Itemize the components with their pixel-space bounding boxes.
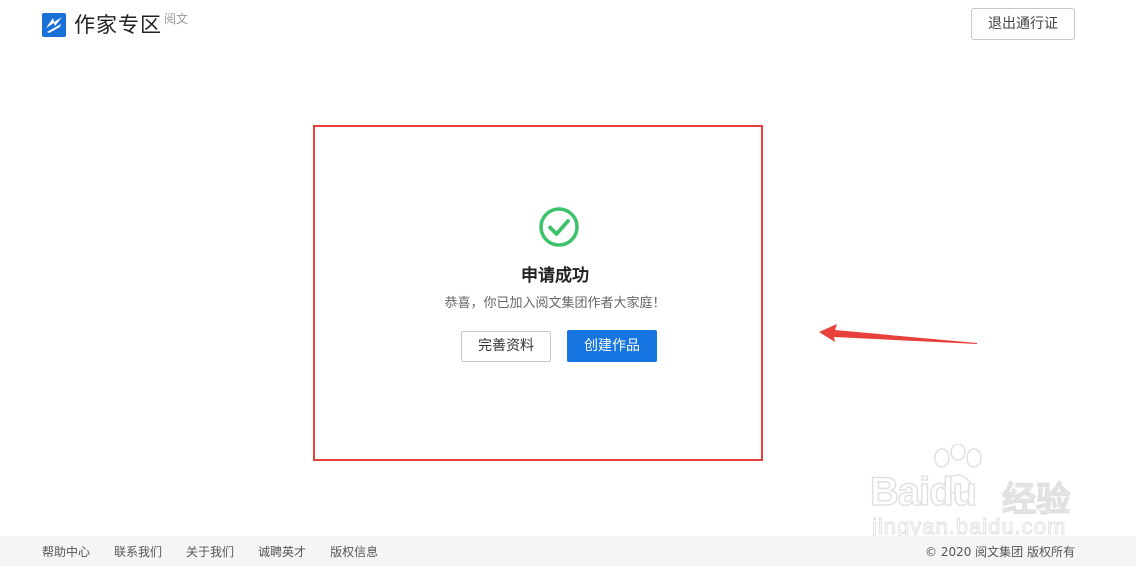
footer-links: 帮助中心 联系我们 关于我们 诚聘英才 版权信息 [42, 544, 402, 560]
logo-subtitle: 阅文 [164, 12, 189, 26]
footer-link-careers[interactable]: 诚聘英才 [258, 544, 306, 560]
create-work-button[interactable]: 创建作品 [567, 330, 657, 362]
success-message: 恭喜，你已加入阅文集团作者大家庭！ [444, 296, 666, 311]
success-title: 申请成功 [521, 266, 589, 286]
footer-link-copyright[interactable]: 版权信息 [330, 544, 378, 560]
footer-copyright: © 2020 阅文集团 版权所有 [925, 545, 1075, 559]
footer-link-help[interactable]: 帮助中心 [42, 544, 90, 560]
site-logo[interactable]: 作家专区 阅文 [42, 11, 188, 39]
footer-link-contact[interactable]: 联系我们 [114, 544, 162, 560]
logout-button[interactable]: 退出通行证 [971, 8, 1075, 40]
success-check-icon [539, 207, 579, 247]
logo-title: 作家专区 [74, 13, 162, 37]
annotation-highlight-box [313, 125, 763, 461]
baidu-watermark: Baidu 经验 jingyan.baidu.com [868, 444, 1078, 540]
complete-profile-button[interactable]: 完善资料 [461, 331, 551, 362]
annotation-arrow-icon [819, 324, 977, 344]
footer: 帮助中心 联系我们 关于我们 诚聘英才 版权信息 © 2020 阅文集团 版权所… [0, 536, 1136, 566]
logo-icon [42, 13, 66, 37]
footer-link-about[interactable]: 关于我们 [186, 544, 234, 560]
watermark-brand: Baidu [869, 469, 978, 515]
